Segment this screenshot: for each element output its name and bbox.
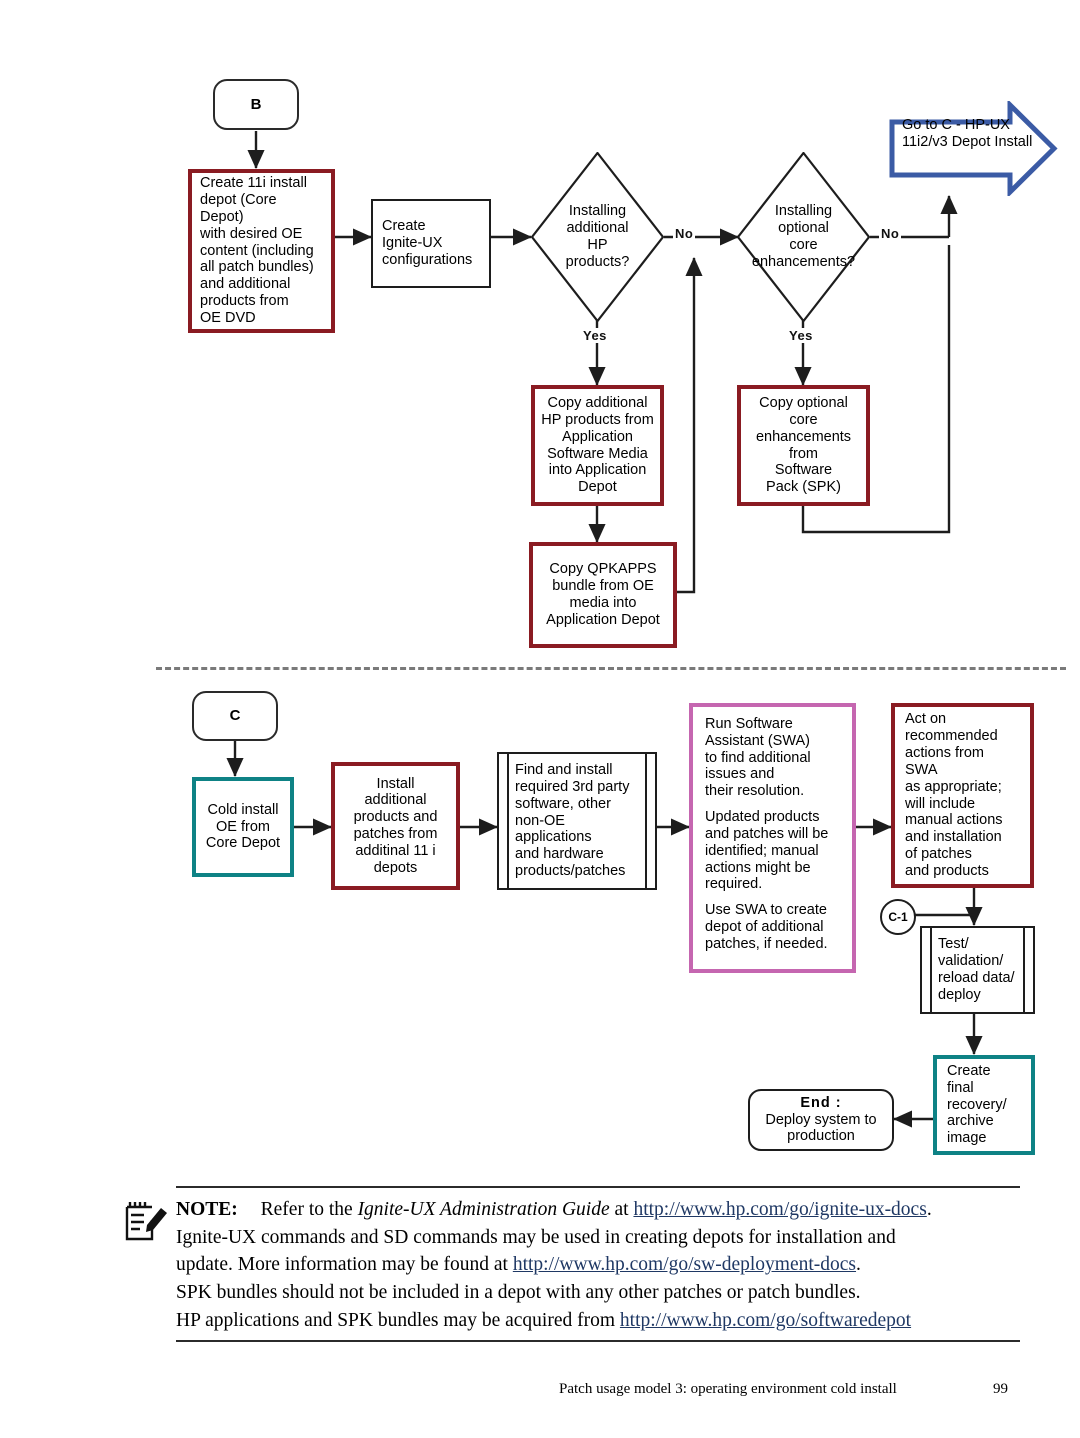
note-line4-a: HP applications and SPK bundles may be a…	[176, 1309, 620, 1331]
node-cold-install: Cold install OE from Core Depot	[192, 777, 294, 877]
decision-optional-core-enhancements-label: Installing optional core enhancements?	[751, 203, 856, 270]
note-line1-end: .	[926, 1199, 932, 1220]
connector-c1: C-1	[880, 899, 916, 935]
note-line2-b: update. More information may be found at	[176, 1254, 513, 1276]
connector-b: B	[213, 79, 299, 130]
note-line1-mid: at	[609, 1199, 634, 1220]
node-create-recovery-image: Create final recovery/ archive image	[933, 1055, 1035, 1155]
node-run-swa-paragraph-3: Use SWA to create depot of additional pa…	[705, 902, 828, 952]
note-guide-title: Ignite-UX Administration Guide	[357, 1199, 610, 1220]
note-pencil-icon	[122, 1198, 170, 1244]
edge-label-yes-2: Yes	[787, 328, 815, 343]
node-create-ignite-label: Create Ignite-UX configurations	[382, 218, 473, 268]
node-create-depot: Create 11i install depot (Core Depot) wi…	[188, 169, 335, 333]
note-line1-prefix: Refer to the	[260, 1199, 358, 1220]
note-line3: SPK bundles should not be included in a …	[176, 1282, 861, 1304]
node-copy-hp-products-label: Copy additional HP products from Applica…	[541, 395, 654, 496]
node-end-deploy-title: End :	[800, 1094, 842, 1111]
node-copy-qpkapps-label: Copy QPKAPPS bundle from OE media into A…	[546, 561, 660, 628]
decision-additional-hp-products: Installing additional HP products?	[531, 152, 664, 322]
note-bottom-rule	[176, 1340, 1020, 1343]
page-footer: Patch usage model 3: operating environme…	[559, 1381, 1029, 1398]
decision-optional-core-enhancements: Installing optional core enhancements?	[737, 152, 870, 322]
decision-additional-hp-products-label: Installing additional HP products?	[565, 203, 630, 270]
banner-goto-c: Go to C - HP-UX 11i2/v3 Depot Install	[888, 99, 1058, 198]
node-install-additional-label: Install additional products and patches …	[353, 775, 438, 876]
flowchart-page: B Create 11i install depot (Core Depot) …	[0, 0, 1080, 1438]
note-label: NOTE:	[176, 1199, 238, 1220]
connector-c1-label: C-1	[888, 910, 908, 924]
edge-label-yes-1: Yes	[581, 328, 609, 343]
node-create-recovery-image-label: Create final recovery/ archive image	[947, 1062, 1007, 1147]
node-cold-install-label: Cold install OE from Core Depot	[205, 801, 281, 852]
node-run-swa: Run Software Assistant (SWA) to find add…	[689, 703, 856, 973]
node-copy-core-enhancements-label: Copy optional core enhancements from Sof…	[755, 395, 852, 496]
page-footer-text: Patch usage model 3: operating environme…	[559, 1381, 897, 1397]
connector-b-label: B	[250, 95, 262, 113]
note-top-rule	[176, 1186, 1020, 1188]
banner-goto-c-label: Go to C - HP-UX 11i2/v3 Depot Install	[902, 117, 1033, 151]
note-line2-end: .	[856, 1254, 861, 1276]
node-run-swa-paragraph-1: Run Software Assistant (SWA) to find add…	[705, 716, 811, 800]
node-act-on-swa-label: Act on recommended actions from SWA as a…	[905, 711, 1003, 879]
page-number: 99	[993, 1381, 1008, 1397]
node-test-validation-label: Test/ validation/ reload data/ deploy	[938, 936, 1015, 1003]
note-link-ignite-ux-docs[interactable]: http://www.hp.com/go/ignite-ux-docs	[633, 1199, 926, 1220]
note-line2-a: Ignite-UX commands and SD commands may b…	[176, 1226, 896, 1248]
node-end-deploy-label: Deploy system to production	[765, 1111, 877, 1145]
node-create-depot-label: Create 11i install depot (Core Depot) wi…	[200, 175, 314, 326]
node-find-install-3rd-party-label: Find and install required 3rd party soft…	[515, 762, 630, 880]
node-run-swa-paragraph-2: Updated products and patches will be ide…	[705, 809, 829, 893]
node-create-ignite: Create Ignite-UX configurations	[371, 199, 491, 288]
node-act-on-swa: Act on recommended actions from SWA as a…	[891, 703, 1034, 888]
node-install-additional: Install additional products and patches …	[331, 762, 460, 890]
connector-c: C	[192, 691, 278, 741]
edge-label-no-1: No	[673, 226, 696, 241]
node-test-validation: Test/ validation/ reload data/ deploy	[920, 926, 1035, 1014]
section-divider	[156, 667, 1066, 670]
note-block: NOTE: Refer to the Ignite-UX Administrat…	[176, 1186, 1020, 1343]
node-copy-core-enhancements: Copy optional core enhancements from Sof…	[737, 385, 870, 506]
node-find-install-3rd-party: Find and install required 3rd party soft…	[497, 752, 657, 890]
edge-label-no-2: No	[879, 226, 902, 241]
node-copy-hp-products: Copy additional HP products from Applica…	[531, 385, 664, 506]
node-copy-qpkapps: Copy QPKAPPS bundle from OE media into A…	[529, 542, 677, 648]
note-link-sw-deployment-docs[interactable]: http://www.hp.com/go/sw-deployment-docs	[513, 1254, 856, 1275]
connector-c-label: C	[229, 707, 241, 725]
node-end-deploy: End : Deploy system to production	[748, 1089, 894, 1151]
note-link-softwaredepot[interactable]: http://www.hp.com/go/softwaredepot	[620, 1310, 911, 1331]
